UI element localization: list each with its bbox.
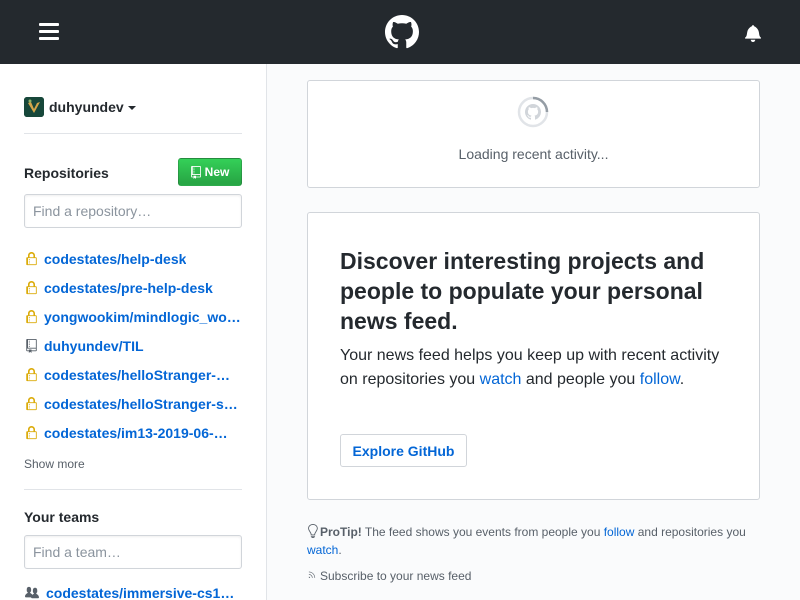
- repo-link[interactable]: yongwookim/mindlogic_wo…: [44, 309, 241, 325]
- teams-heading: Your teams: [24, 509, 100, 525]
- lock-icon: [24, 425, 38, 441]
- discover-box: Discover interesting projects and people…: [307, 212, 760, 500]
- divider: [24, 489, 242, 490]
- account-username: duhyundev: [49, 99, 124, 115]
- list-item[interactable]: codestates/helloStranger-…: [24, 360, 242, 389]
- repo-link[interactable]: duhyundev/TIL: [44, 338, 144, 354]
- find-team-input[interactable]: [24, 535, 242, 569]
- list-item[interactable]: codestates/pre-help-desk: [24, 273, 242, 302]
- lock-icon: [24, 396, 38, 412]
- show-more-link[interactable]: Show more: [24, 457, 85, 471]
- team-icon: [24, 585, 40, 600]
- lock-icon: [24, 309, 38, 325]
- discover-description: Your news feed helps you keep up with re…: [340, 344, 720, 392]
- repo-icon: [190, 165, 201, 179]
- discover-text-part: and people you: [521, 371, 640, 388]
- team-link[interactable]: codestates/immersive-cs1…: [46, 585, 234, 600]
- github-octocat-icon[interactable]: [385, 15, 419, 49]
- protip-text-part: The feed shows you events from people yo…: [361, 525, 604, 539]
- divider: [24, 133, 242, 134]
- discover-text-part: .: [679, 371, 685, 388]
- account-switcher[interactable]: duhyundev: [24, 97, 136, 117]
- recent-activity-box: Loading recent activity...: [307, 80, 760, 188]
- subscribe-feed-link[interactable]: Subscribe to your news feed: [307, 569, 471, 583]
- list-item[interactable]: codestates/help-desk: [24, 244, 242, 273]
- hamburger-menu-icon[interactable]: [39, 23, 59, 41]
- list-item[interactable]: yongwookim/mindlogic_wo…: [24, 302, 242, 331]
- loading-text: Loading recent activity...: [458, 146, 609, 162]
- watch-link[interactable]: watch: [480, 371, 522, 388]
- lock-icon: [24, 251, 38, 267]
- repo-link[interactable]: codestates/help-desk: [44, 251, 186, 267]
- repository-list: codestates/help-desk codestates/pre-help…: [24, 244, 242, 447]
- list-item[interactable]: codestates/im13-2019-06-…: [24, 418, 242, 447]
- find-repository-input[interactable]: [24, 194, 242, 228]
- subscribe-label: Subscribe to your news feed: [320, 569, 472, 583]
- repo-link[interactable]: codestates/helloStranger-s…: [44, 396, 238, 412]
- avatar: [24, 97, 44, 117]
- explore-github-button[interactable]: Explore GitHub: [340, 434, 467, 467]
- protip-label: ProTip!: [320, 525, 362, 539]
- repositories-heading: Repositories: [24, 165, 109, 181]
- dashboard-sidebar: duhyundev Repositories New codestates/he…: [0, 64, 267, 600]
- protip-text-part: .: [338, 543, 342, 557]
- protip-text-part: and repositories you: [634, 525, 746, 539]
- list-item[interactable]: duhyundev/TIL: [24, 331, 242, 360]
- repo-link[interactable]: codestates/im13-2019-06-…: [44, 425, 228, 441]
- loading-octocat-icon: [517, 96, 549, 128]
- discover-heading: Discover interesting projects and people…: [340, 248, 705, 334]
- new-repository-button[interactable]: New: [178, 158, 242, 186]
- lock-icon: [24, 367, 38, 383]
- watch-link[interactable]: watch: [307, 543, 338, 557]
- light-bulb-icon: [308, 524, 318, 538]
- list-item[interactable]: codestates/immersive-cs1…: [24, 585, 242, 600]
- follow-link[interactable]: follow: [640, 371, 680, 388]
- bell-icon[interactable]: [745, 24, 761, 42]
- lock-icon: [24, 280, 38, 296]
- list-item[interactable]: codestates/helloStranger-s…: [24, 389, 242, 418]
- chevron-down-icon: [127, 106, 136, 110]
- repo-icon: [24, 338, 38, 354]
- repo-link[interactable]: codestates/helloStranger-…: [44, 367, 230, 383]
- top-header: [0, 0, 800, 64]
- rss-icon: [308, 571, 316, 578]
- repo-link[interactable]: codestates/pre-help-desk: [44, 280, 213, 296]
- protip: ProTip! The feed shows you events from p…: [307, 523, 767, 559]
- follow-link[interactable]: follow: [604, 525, 635, 539]
- new-button-label: New: [204, 165, 230, 179]
